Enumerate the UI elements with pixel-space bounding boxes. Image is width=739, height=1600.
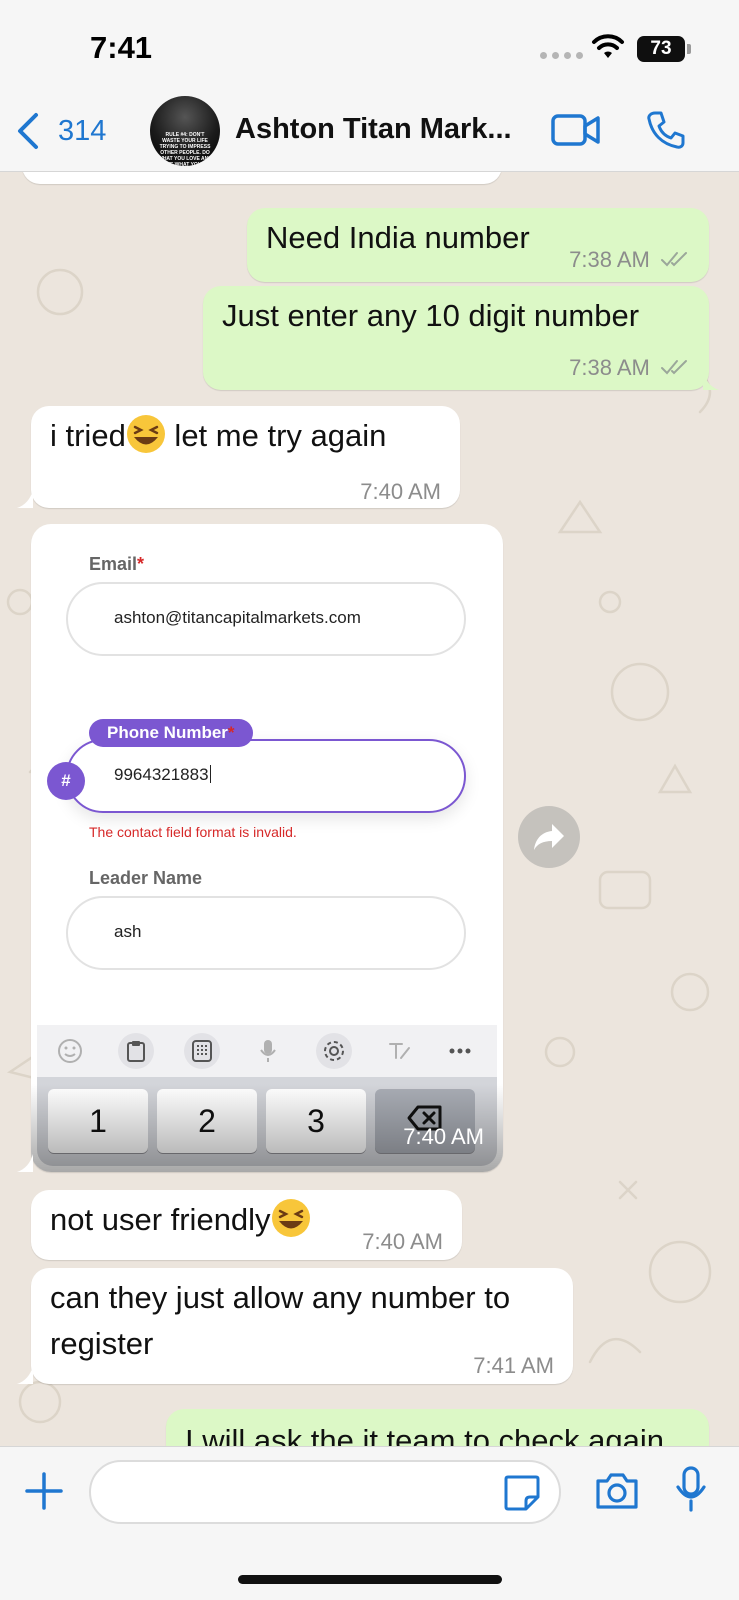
message-meta: 7:38 AM — [569, 238, 690, 282]
contact-name[interactable]: Ashton Titan Mark... — [235, 113, 512, 146]
message-time: 7:38 AM — [569, 355, 650, 380]
message-bubble-incoming[interactable]: can they just allow any number to regist… — [31, 1268, 573, 1384]
message-composer — [0, 1446, 739, 1600]
bubble-tail — [17, 1366, 33, 1384]
message-bubble-outgoing[interactable]: I will ask the it team to check again — [166, 1409, 709, 1446]
cellular-signal-icon — [540, 52, 583, 59]
home-indicator — [238, 1575, 502, 1584]
phone-call-icon[interactable] — [646, 110, 686, 150]
plus-icon[interactable] — [24, 1471, 64, 1511]
wifi-icon — [592, 34, 624, 58]
more-icon — [442, 1033, 478, 1069]
message-text-line: can they just allow any number to — [50, 1280, 511, 1315]
bubble-tail — [703, 372, 719, 390]
required-mark: * — [137, 554, 145, 574]
message-text-part: i tried — [50, 418, 126, 453]
message-time: 7:40 AM — [360, 479, 441, 504]
phone-value: 9964321883 — [114, 765, 211, 785]
back-button[interactable]: 314 — [14, 109, 106, 153]
forward-button[interactable] — [518, 806, 580, 868]
message-input[interactable] — [89, 1460, 561, 1524]
phone-error-message: The contact field format is invalid. — [89, 824, 297, 840]
message-text: not user friendly — [50, 1198, 311, 1242]
phone-label-text: Phone Number — [107, 723, 228, 742]
message-time: 7:41 AM — [473, 1353, 554, 1378]
emoji-icon — [52, 1033, 88, 1069]
handwriting-icon — [382, 1033, 418, 1069]
email-label: Email* — [89, 554, 144, 575]
sticker-icon[interactable] — [502, 1473, 542, 1513]
form-screenshot: Email* ashton@titancapitalmarkets.com 99… — [37, 530, 497, 1166]
phone-label: Phone Number* — [89, 719, 253, 747]
bubble-tail — [17, 490, 33, 508]
email-value: ashton@titancapitalmarkets.com — [114, 608, 361, 627]
message-text: Just enter any 10 digit number — [222, 298, 640, 333]
message-time: 7:40 AM — [403, 1124, 484, 1149]
image-message[interactable]: Email* ashton@titancapitalmarkets.com 99… — [31, 524, 503, 1172]
message-time: 7:38 AM — [569, 247, 650, 272]
read-receipt-icon — [661, 252, 687, 267]
message-bubble-outgoing[interactable]: Just enter any 10 digit number 7:38 AM — [203, 286, 709, 390]
unread-count: 314 — [58, 114, 107, 147]
message-bubble-clipped[interactable] — [22, 172, 502, 184]
message-text: I will ask the it team to check again — [185, 1423, 665, 1446]
bubble-tail — [17, 1154, 33, 1172]
message-bubble-incoming[interactable]: not user friendly 7:40 AM — [31, 1190, 462, 1260]
message-text: i tried let me try again — [50, 414, 386, 458]
text-caret — [209, 765, 211, 783]
grinning-squinting-face-icon — [271, 1199, 310, 1237]
required-mark: * — [227, 723, 235, 742]
avatar[interactable]: RULE #4: DON'T WASTE YOUR LIFE TRYING TO… — [150, 96, 220, 166]
status-time: 7:41 — [90, 30, 153, 65]
camera-icon[interactable] — [594, 1469, 640, 1513]
keypad-icon — [184, 1033, 220, 1069]
leader-name-field: ash — [66, 896, 466, 970]
message-text: Need India number — [266, 220, 530, 255]
leader-name-label: Leader Name — [89, 868, 203, 888]
message-bubble-incoming[interactable]: i tried let me try again 7:40 AM — [31, 406, 460, 508]
status-bar: 7:41 73 — [0, 0, 739, 92]
avatar-caption: RULE #4: DON'T WASTE YOUR LIFE TRYING TO… — [158, 132, 212, 166]
keyboard-toolbar — [37, 1025, 497, 1077]
battery-level: 73 — [637, 36, 685, 62]
microphone-icon[interactable] — [674, 1465, 708, 1513]
gear-icon — [316, 1033, 352, 1069]
grinning-squinting-face-icon — [126, 415, 165, 453]
hash-icon: # — [47, 762, 85, 800]
email-field: ashton@titancapitalmarkets.com — [66, 582, 466, 656]
chevron-left-icon — [18, 113, 38, 149]
read-receipt-icon — [661, 360, 687, 375]
message-meta: 7:38 AM — [569, 346, 690, 390]
message-bubble-outgoing[interactable]: Need India number 7:38 AM — [247, 208, 709, 282]
message-text-line: register — [50, 1326, 154, 1361]
message-time: 7:40 AM — [362, 1229, 443, 1254]
message-text-part: not user friendly — [50, 1202, 271, 1237]
clipboard-icon — [118, 1033, 154, 1069]
email-label-text: Email — [89, 554, 138, 574]
phone-field: 9964321883 — [66, 739, 466, 813]
leader-name-value: ash — [114, 922, 142, 941]
chat-header: 314 RULE #4: DON'T WASTE YOUR LIFE TRYIN… — [0, 92, 739, 172]
battery-icon: 73 — [637, 36, 691, 62]
chat-area[interactable]: Need India number 7:38 AM Just enter any… — [0, 172, 739, 1446]
phone-value-text: 9964321883 — [114, 765, 209, 784]
mic-icon — [250, 1033, 286, 1069]
video-call-icon[interactable] — [551, 112, 601, 148]
message-text-part: let me try again — [165, 418, 387, 453]
forward-icon — [534, 824, 564, 850]
